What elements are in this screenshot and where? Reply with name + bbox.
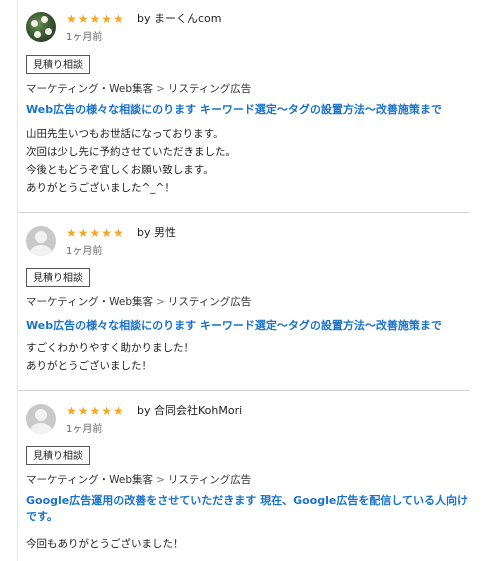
category-breadcrumb: マーケティング・Web集客 > リスティング広告: [26, 473, 251, 487]
review-time: 1ヶ月前: [66, 32, 103, 43]
user-avatar-photo[interactable]: [26, 12, 56, 42]
breadcrumb-separator: >: [156, 474, 165, 486]
review-item: ★★★★★ by 男性 1ヶ月前 見積り相談 マーケティング・Web集客 > リステ…: [18, 226, 470, 376]
star-icon: ★★★★★: [66, 12, 125, 26]
review-comment: すごくわかりやすく助かりました！ ありがとうございました！: [26, 342, 194, 372]
category-breadcrumb: マーケティング・Web集客 > リスティング広告: [26, 82, 251, 96]
star-icon: ★★★★★: [66, 404, 125, 418]
review-time: 1ヶ月前: [66, 246, 103, 257]
reviewer-name[interactable]: by 合同会社KohMori: [137, 404, 242, 418]
category-parent-link[interactable]: マーケティング・Web集客: [26, 83, 153, 95]
category-child-link[interactable]: リスティング広告: [168, 474, 251, 486]
review-time: 1ヶ月前: [66, 424, 103, 435]
service-title-link[interactable]: Web広告の様々な相談にのります キーワード選定〜タグの設置方法〜改善施策まで: [26, 318, 471, 334]
review-divider: [18, 390, 470, 391]
estimate-consult-tag[interactable]: 見積り相談: [26, 446, 90, 465]
category-parent-link[interactable]: マーケティング・Web集客: [26, 296, 153, 308]
star-rating: ★★★★★: [66, 227, 125, 241]
breadcrumb-separator: >: [156, 296, 165, 308]
review-item: ★★★★★ by 合同会社KohMori 1ヶ月前 見積り相談 マーケティング・…: [18, 404, 470, 554]
review-divider: [18, 212, 470, 213]
review-comment: 山田先生いつもお世話になっております。 次回は少し先に予約させていただきました。…: [26, 128, 236, 194]
star-rating: ★★★★★: [66, 13, 125, 27]
star-icon: ★★★★★: [66, 226, 125, 240]
category-parent-link[interactable]: マーケティング・Web集客: [26, 474, 153, 486]
service-title-link[interactable]: Web広告の様々な相談にのります キーワード選定〜タグの設置方法〜改善施策まで: [26, 102, 471, 118]
estimate-consult-tag[interactable]: 見積り相談: [26, 55, 90, 74]
default-avatar-icon[interactable]: [26, 404, 56, 434]
estimate-consult-tag[interactable]: 見積り相談: [26, 268, 90, 287]
reviewer-name[interactable]: by まーくんcom: [137, 12, 221, 26]
category-child-link[interactable]: リスティング広告: [168, 296, 251, 308]
review-item: ★★★★★ by まーくんcom 1ヶ月前 見積り相談 マーケティング・Web集…: [18, 12, 470, 202]
review-comment: 今回もありがとうございました！: [26, 538, 184, 550]
breadcrumb-separator: >: [156, 83, 165, 95]
service-title-link[interactable]: Google広告運用の改善をさせていただきます 現在、Google広告を配信して…: [26, 493, 471, 525]
default-avatar-icon[interactable]: [26, 226, 56, 256]
star-rating: ★★★★★: [66, 405, 125, 419]
reviewer-name[interactable]: by 男性: [137, 226, 176, 240]
category-breadcrumb: マーケティング・Web集客 > リスティング広告: [26, 295, 251, 309]
category-child-link[interactable]: リスティング広告: [168, 83, 251, 95]
